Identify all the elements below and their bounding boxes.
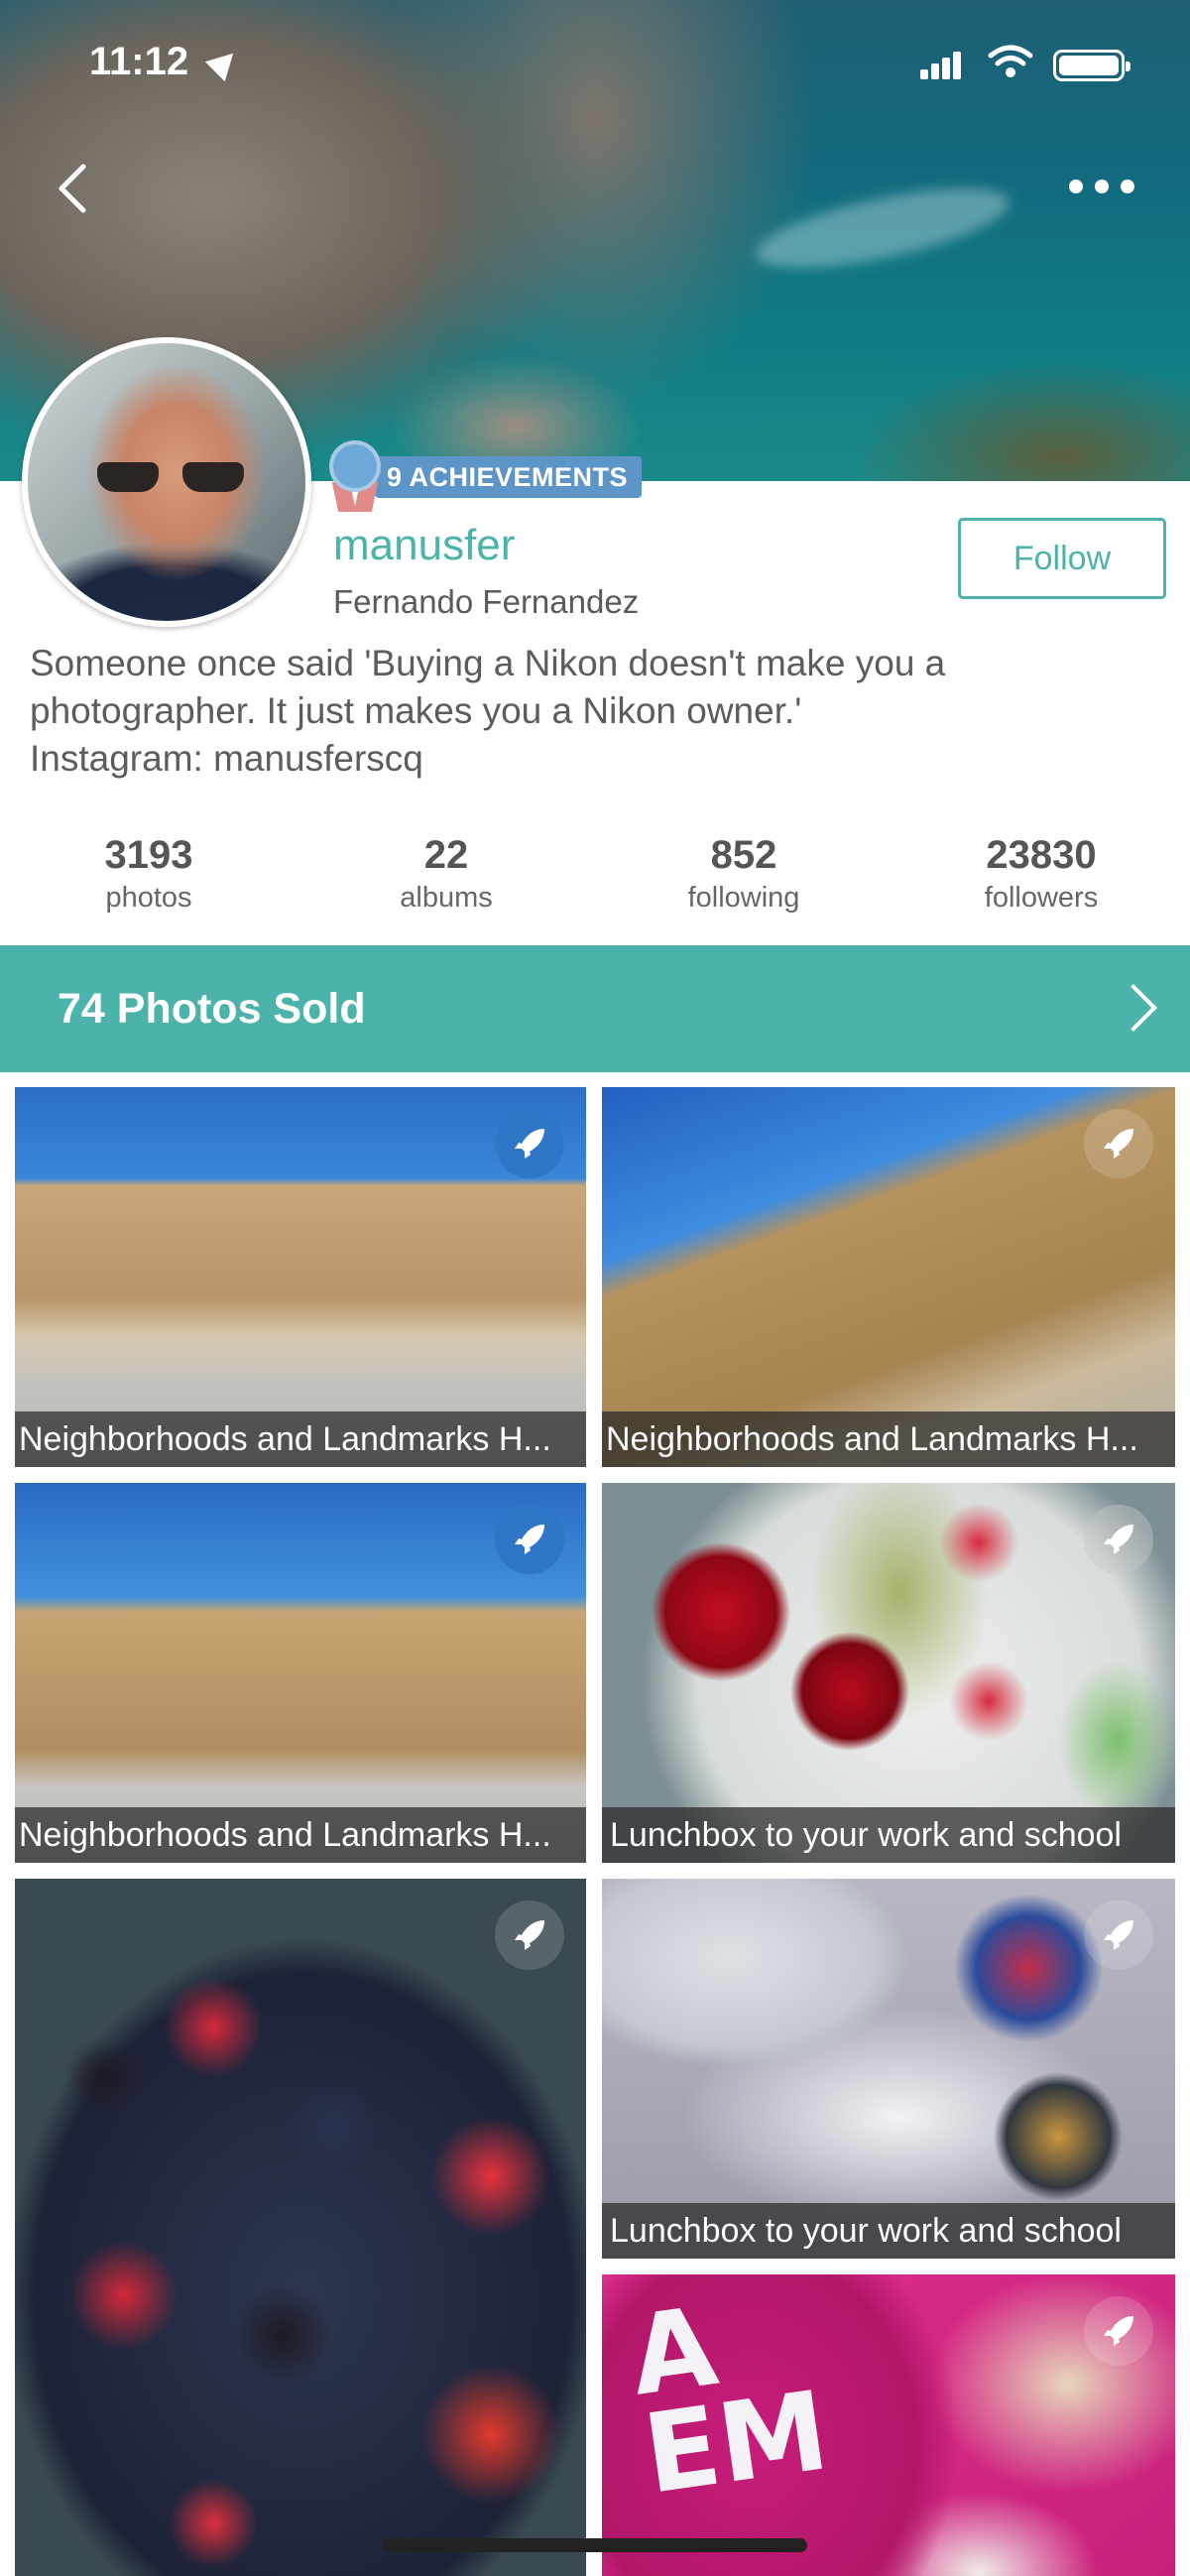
photo-caption: Neighborhoods and Landmarks H... <box>15 1411 586 1467</box>
photo-tile[interactable]: Lunchbox to your work and school <box>602 1879 1175 2259</box>
photo-tile[interactable] <box>15 1879 586 2576</box>
status-time: 11:12 <box>89 40 189 83</box>
rocket-icon[interactable] <box>495 1505 564 1574</box>
avatar[interactable] <box>22 337 311 627</box>
photo-tile[interactable]: Neighborhoods and Landmarks H... <box>602 1087 1175 1467</box>
more-options-button[interactable] <box>1069 175 1134 198</box>
achievements-badge[interactable]: 9 ACHIEVEMENTS <box>327 440 643 514</box>
location-arrow-icon <box>204 43 244 82</box>
rocket-icon[interactable] <box>1084 1901 1153 1970</box>
photos-sold-label: 74 Photos Sold <box>58 984 366 1033</box>
battery-icon <box>1053 50 1130 81</box>
home-indicator[interactable] <box>383 2538 807 2552</box>
photo-caption: Neighborhoods and Landmarks H... <box>602 1411 1175 1467</box>
profile-stats: 3193 photos 22 albums 852 following 2383… <box>0 833 1190 915</box>
stat-followers[interactable]: 23830 followers <box>892 833 1190 915</box>
wifi-icon <box>988 45 1033 77</box>
rocket-icon[interactable] <box>495 1109 564 1178</box>
stat-following[interactable]: 852 following <box>595 833 892 915</box>
stat-photos[interactable]: 3193 photos <box>0 833 298 915</box>
photo-tile[interactable]: A EM <box>602 2274 1175 2576</box>
photo-caption: Lunchbox to your work and school <box>602 2203 1175 2259</box>
username: manusfer <box>333 521 516 569</box>
photo-caption: Lunchbox to your work and school <box>602 1807 1175 1863</box>
photo-tile[interactable]: Lunchbox to your work and school <box>602 1483 1175 1863</box>
full-name: Fernando Fernandez <box>333 583 640 620</box>
chevron-right-icon <box>1109 983 1158 1033</box>
follow-button[interactable]: Follow <box>958 518 1166 599</box>
product-box-graphic: A EM <box>623 2282 836 2518</box>
rocket-icon[interactable] <box>1084 1109 1153 1178</box>
photo-tile[interactable]: Neighborhoods and Landmarks H... <box>15 1483 586 1863</box>
rocket-icon[interactable] <box>1084 2296 1153 2366</box>
medal-icon <box>327 440 383 514</box>
achievements-label: 9 ACHIEVEMENTS <box>375 456 643 498</box>
cellular-signal-icon <box>920 52 962 79</box>
back-button[interactable] <box>50 159 99 218</box>
photo-tile[interactable]: Neighborhoods and Landmarks H... <box>15 1087 586 1467</box>
photos-sold-banner[interactable]: 74 Photos Sold <box>0 945 1190 1072</box>
stat-albums[interactable]: 22 albums <box>298 833 595 915</box>
rocket-icon[interactable] <box>1084 1505 1153 1574</box>
bio: Someone once said 'Buying a Nikon doesn'… <box>30 643 946 779</box>
rocket-icon[interactable] <box>495 1901 564 1970</box>
photo-caption: Neighborhoods and Landmarks H... <box>15 1807 586 1863</box>
